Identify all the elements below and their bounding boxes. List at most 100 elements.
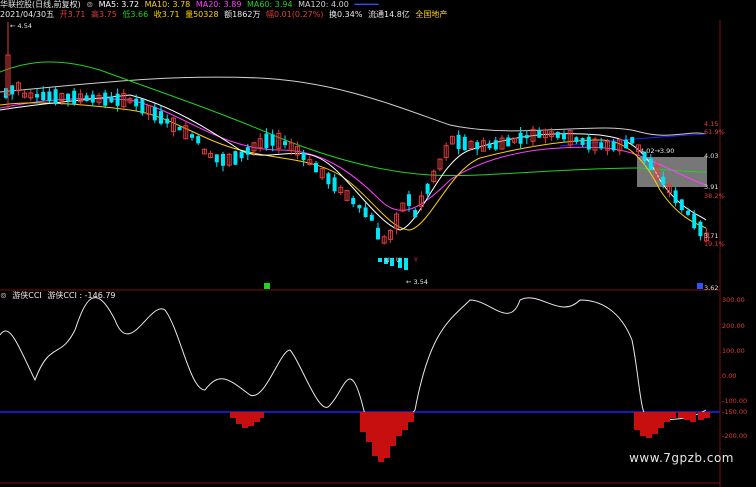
green-marker-icon (264, 283, 270, 289)
cci-histogram-bar (236, 412, 242, 424)
cci-histogram-bar (248, 412, 254, 426)
cci-axis-label: 200.00 (722, 322, 745, 330)
candle-body-down (10, 85, 15, 95)
candle-body-down (506, 137, 511, 147)
cci-histogram-bar (704, 412, 710, 418)
small-candle (404, 258, 408, 270)
price-axis-label: 61.9% (704, 128, 725, 136)
candle-body-down (524, 135, 529, 139)
cci-histogram-bar (640, 412, 646, 436)
high-price-label: ← 4.54 (10, 22, 32, 30)
candle-body-down (487, 143, 492, 149)
ma10-line (0, 102, 707, 231)
candle-body-down (66, 93, 70, 101)
candle-body-down (152, 106, 157, 121)
candle-body-down (326, 173, 331, 185)
ma120-line (0, 76, 707, 136)
small-candle (378, 258, 382, 262)
cci-histogram-bar (652, 412, 658, 434)
candle-body-down (493, 140, 498, 150)
candle-body-down (537, 131, 542, 138)
cci-line (0, 297, 707, 427)
price-axis-label: 3.91 (704, 183, 719, 191)
candle-body-down (221, 153, 225, 166)
candle-body-down (630, 137, 635, 144)
price-axis-label: 4.03 (704, 152, 719, 160)
candle-body-down (586, 136, 591, 150)
candle-body-down (624, 139, 628, 149)
ma20-line (0, 97, 707, 211)
candle-body-down (196, 136, 201, 144)
candle-body-down (283, 141, 287, 146)
candle-body-down (214, 154, 219, 163)
candle-body-down (673, 190, 678, 203)
cci-axis-label: -100.00 (722, 397, 748, 405)
candle-body-down (580, 137, 585, 145)
candle-body-down (314, 162, 318, 173)
candle-body-down (692, 213, 697, 229)
candle-body-down (90, 94, 95, 103)
candle-body-down (115, 93, 120, 106)
candle-body-down (332, 177, 337, 192)
watermark: www.7gpzb.com (629, 451, 734, 465)
cci-histogram-bar (646, 412, 652, 438)
candle-body-down (35, 93, 39, 98)
candle-body-down (264, 133, 269, 149)
small-candle (390, 258, 394, 266)
candle-body-down (245, 147, 250, 155)
candle-body-down (190, 134, 194, 138)
price-axis-label: 3.71 (704, 232, 719, 240)
cci-histogram-bar (670, 412, 676, 418)
range-label: 4.02→3.90 (640, 147, 675, 155)
candle-body-down (648, 158, 653, 171)
candle-body-down (661, 176, 666, 185)
cci-histogram-bar (634, 412, 640, 430)
candle-body-down (518, 132, 523, 144)
candle-body-down (177, 126, 182, 131)
chart-canvas[interactable] (0, 0, 756, 487)
price-axis-label: 4.15 (704, 120, 719, 128)
price-axis-label: 3.62 (704, 284, 719, 292)
candle-body-down (407, 194, 411, 206)
signal-tag-u1: U (385, 256, 390, 264)
candle-body-down (562, 133, 566, 140)
cci-histogram-bar (242, 412, 248, 428)
candle-body-down (679, 199, 684, 211)
candle-body-down (41, 91, 46, 101)
stock-chart-screen: 华联控股(日线,前复权) ⊚ MA5: 3.72 MA10: 3.78 MA20… (0, 0, 756, 487)
candle-body-down (109, 96, 114, 103)
cci-axis-label: 0.00 (722, 372, 737, 380)
cci-histogram-bar (684, 412, 690, 420)
candle-body-down (376, 227, 380, 240)
cci-histogram-bar (698, 412, 704, 420)
cci-value: 游侠CCI : -146.79 (47, 291, 116, 300)
cci-histogram-bar (372, 412, 378, 456)
cci-settings-icon[interactable]: ⊚ (0, 291, 7, 300)
candle-body-down (425, 183, 430, 194)
cci-axis-label: 300.00 (722, 296, 745, 304)
candle-body-down (134, 98, 139, 107)
candle-body-down (233, 151, 238, 165)
cci-histogram-bar (690, 412, 696, 422)
candle-body-down (574, 137, 579, 142)
cci-histogram-bar (402, 412, 408, 430)
candle-body-down (698, 221, 703, 237)
candle-body-down (165, 118, 170, 124)
cci-title: 游侠CCI (12, 291, 42, 300)
candle-body-down (47, 91, 52, 102)
cci-histogram-bar (664, 412, 670, 422)
cci-histogram-bar (384, 412, 390, 458)
candle-body-down (159, 111, 163, 124)
candle-body-down (103, 92, 108, 106)
cci-histogram-bar (658, 412, 664, 428)
candle-body-down (72, 90, 77, 105)
cci-axis-label: -150.00 (722, 408, 748, 416)
candle-body-down (270, 134, 275, 146)
cci-axis-label: 100.00 (722, 347, 745, 355)
signal-tag-u2: U (396, 256, 401, 264)
candle-body-down (611, 141, 616, 151)
cci-series (0, 297, 720, 462)
cci-header: ⊚ 游侠CCI 游侠CCI : -146.79 (0, 291, 119, 301)
ma60-line (0, 61, 707, 177)
cci-histogram-bar (390, 412, 396, 446)
